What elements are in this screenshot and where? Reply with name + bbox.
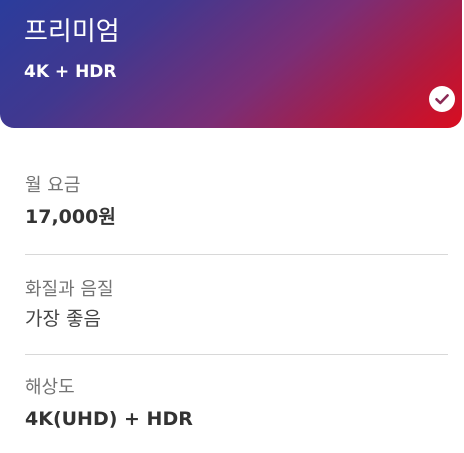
monthly-price-value: 17,000원 — [25, 206, 116, 228]
plan-card-premium[interactable]: 프리미엄 4K + HDR 월 요금 17,000원 화질과 음질 가장 좋음 … — [0, 0, 464, 453]
quality-row: 화질과 음질 가장 좋음 — [25, 255, 448, 355]
resolution-row: 해상도 4K(UHD) + HDR — [25, 355, 448, 453]
quality-value: 가장 좋음 — [25, 308, 101, 330]
plan-header[interactable]: 프리미엄 4K + HDR — [0, 0, 462, 128]
plan-quality: 4K + HDR — [24, 62, 117, 82]
plan-details: 월 요금 17,000원 화질과 음질 가장 좋음 해상도 4K(UHD) + … — [25, 155, 448, 453]
plan-name: 프리미엄 — [24, 17, 120, 47]
resolution-value: 4K(UHD) + HDR — [25, 408, 193, 430]
check-circle-icon — [429, 86, 455, 112]
monthly-price-row: 월 요금 17,000원 — [25, 155, 448, 255]
quality-label: 화질과 음질 — [25, 279, 114, 300]
monthly-price-label: 월 요금 — [25, 175, 81, 196]
resolution-label: 해상도 — [25, 377, 75, 398]
